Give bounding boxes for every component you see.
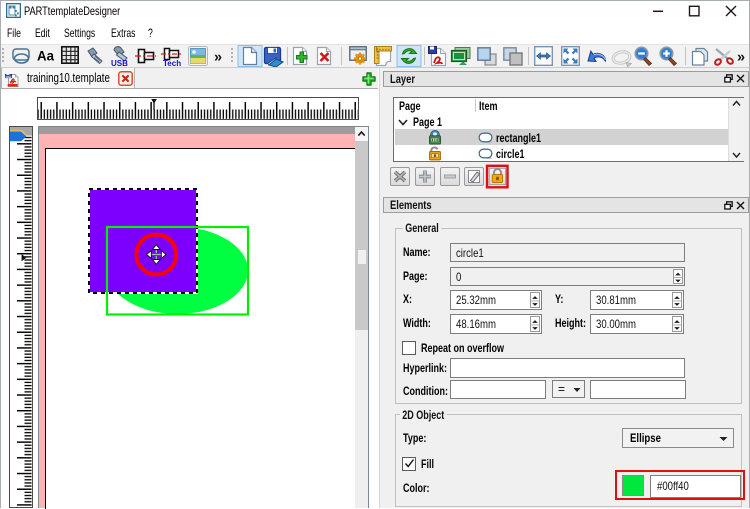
svg-text:»: » — [737, 50, 745, 66]
svg-text:USB: USB — [111, 59, 128, 67]
svg-text:»: » — [214, 50, 222, 66]
svg-text:Aa: Aa — [37, 48, 54, 63]
svg-text:Tech: Tech — [163, 59, 181, 67]
